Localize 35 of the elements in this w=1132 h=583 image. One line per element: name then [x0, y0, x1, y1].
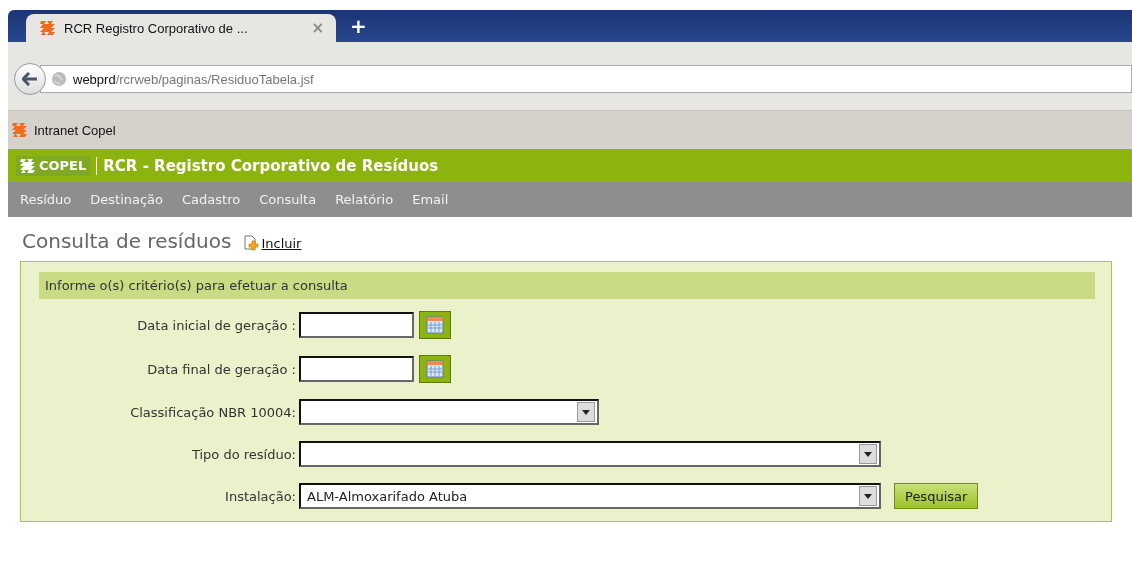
- site-icon: [40, 20, 56, 36]
- calendar-icon: [426, 316, 444, 334]
- field-label: Data inicial de geração :: [136, 317, 296, 333]
- field-label: Instalação:: [224, 488, 296, 504]
- calendar-icon: [426, 360, 444, 378]
- back-button[interactable]: [14, 63, 46, 95]
- browser-tab[interactable]: RCR Registro Corporativo de ... ×: [26, 14, 336, 42]
- date-field[interactable]: [299, 356, 414, 382]
- dropdown-arrow-icon: [582, 409, 590, 415]
- panel-heading: Informe o(s) critério(s) para efetuar a consulta: [39, 272, 1095, 299]
- globe-icon: [51, 71, 67, 87]
- back-arrow-icon: [22, 72, 38, 86]
- bookmark-icon: [12, 122, 28, 138]
- date-field[interactable]: [299, 312, 414, 338]
- dropdown-arrow-icon: [864, 451, 872, 457]
- field-label: Data final de geração :: [146, 361, 296, 377]
- bookmark-link[interactable]: Intranet Copel: [34, 122, 116, 138]
- page-title: Consulta de resíduos: [22, 231, 232, 251]
- search-button[interactable]: Pesquisar: [894, 483, 979, 509]
- add-link[interactable]: Incluir: [243, 235, 302, 251]
- url-text: webprd/rcrweb/paginas/ResiduoTabela.jsf: [73, 71, 314, 87]
- dropdown-arrow-icon: [864, 493, 872, 499]
- field-label: Tipo do resíduo:: [190, 446, 296, 462]
- add-document-icon: [243, 235, 260, 251]
- dropdown[interactable]: [299, 441, 881, 467]
- logo: COPEL: [16, 155, 91, 176]
- calendar-button[interactable]: [419, 355, 451, 383]
- calendar-button[interactable]: [419, 311, 451, 339]
- field-label: Classificação NBR 10004:: [129, 404, 296, 420]
- logo-icon: [20, 157, 36, 174]
- address-bar[interactable]: webprd/rcrweb/paginas/ResiduoTabela.jsf: [40, 65, 1132, 93]
- dropdown[interactable]: ALM-Almoxarifado Atuba: [299, 483, 881, 509]
- new-tab-icon[interactable]: +: [350, 14, 367, 38]
- dropdown[interactable]: [299, 399, 599, 425]
- app-title: RCR - Registro Corporativo de Resíduos: [103, 156, 439, 175]
